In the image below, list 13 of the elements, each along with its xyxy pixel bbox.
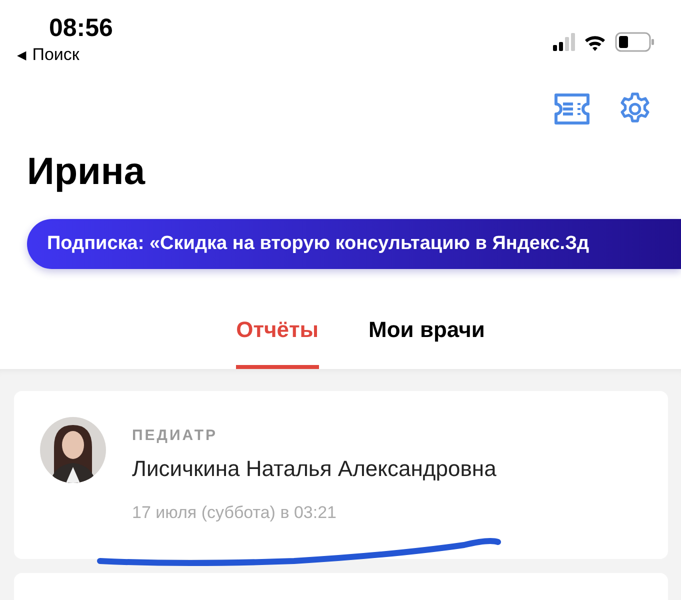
- subscription-banner[interactable]: Подписка: «Скидка на вторую консультацию в Яндекс.Зд: [27, 219, 681, 269]
- profile-name: Ирина: [27, 150, 146, 194]
- doctor-name: Лисичкина Наталья Александровна: [132, 456, 496, 482]
- back-link[interactable]: ◀ Поиск: [17, 45, 113, 65]
- signal-icon: [553, 32, 575, 52]
- wifi-icon: [584, 34, 606, 50]
- specialty-label: ПЕДИАТР: [132, 427, 219, 445]
- battery-icon: [615, 32, 655, 52]
- report-date: 17 июля (суббота) в 03:21: [132, 502, 338, 524]
- ticket-icon: [554, 93, 590, 125]
- clock-time: 08:56: [49, 14, 113, 42]
- tab[interactable]: Мои врачи: [368, 316, 485, 369]
- report-card[interactable]: ПЕДИАТР Лисичкина Наталья Александровна 17 июля (суббота) в 03:21: [14, 391, 668, 559]
